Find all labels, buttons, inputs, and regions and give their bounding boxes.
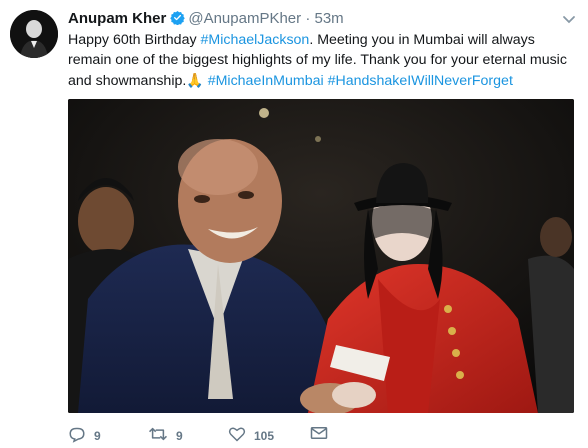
folded-hands-emoji: 🙏: [186, 72, 204, 88]
mention-link[interactable]: #MichaelJackson: [201, 32, 310, 48]
message-icon: [310, 426, 336, 443]
author-name[interactable]: Anupam Kher: [68, 10, 166, 27]
header-separator: ·: [305, 10, 311, 27]
tweet-text-part1: Happy 60th Birthday: [68, 32, 201, 48]
hashtag-link[interactable]: #HandshakeIWillNeverForget: [328, 73, 513, 89]
direct-message-button[interactable]: [310, 426, 336, 443]
reply-button[interactable]: 9: [68, 426, 101, 446]
retweet-icon: [148, 426, 176, 445]
retweet-count: 9: [176, 428, 183, 443]
verified-badge-icon: [170, 10, 186, 26]
tweet-header: Anupam Kher @AnupamPKher · 53m: [68, 9, 558, 28]
like-count: 105: [254, 428, 275, 443]
tweet-text: Happy 60th Birthday #MichaelJackson. Mee…: [68, 30, 578, 91]
retweet-button[interactable]: 9: [148, 426, 183, 445]
tweet-timestamp[interactable]: 53m: [314, 10, 343, 27]
reply-icon: [68, 426, 94, 446]
reply-count: 9: [94, 429, 101, 443]
tweet-photo[interactable]: [68, 99, 574, 413]
like-icon: [228, 426, 254, 445]
like-button[interactable]: 105: [228, 426, 274, 445]
chevron-down-icon[interactable]: [562, 12, 576, 24]
hashtag-link[interactable]: #MichaeInMumbai: [208, 73, 324, 89]
author-handle[interactable]: @AnupamPKher: [188, 10, 301, 27]
avatar[interactable]: [10, 10, 58, 58]
tweet: Anupam Kher @AnupamPKher · 53m Happy 60th…: [0, 0, 588, 448]
